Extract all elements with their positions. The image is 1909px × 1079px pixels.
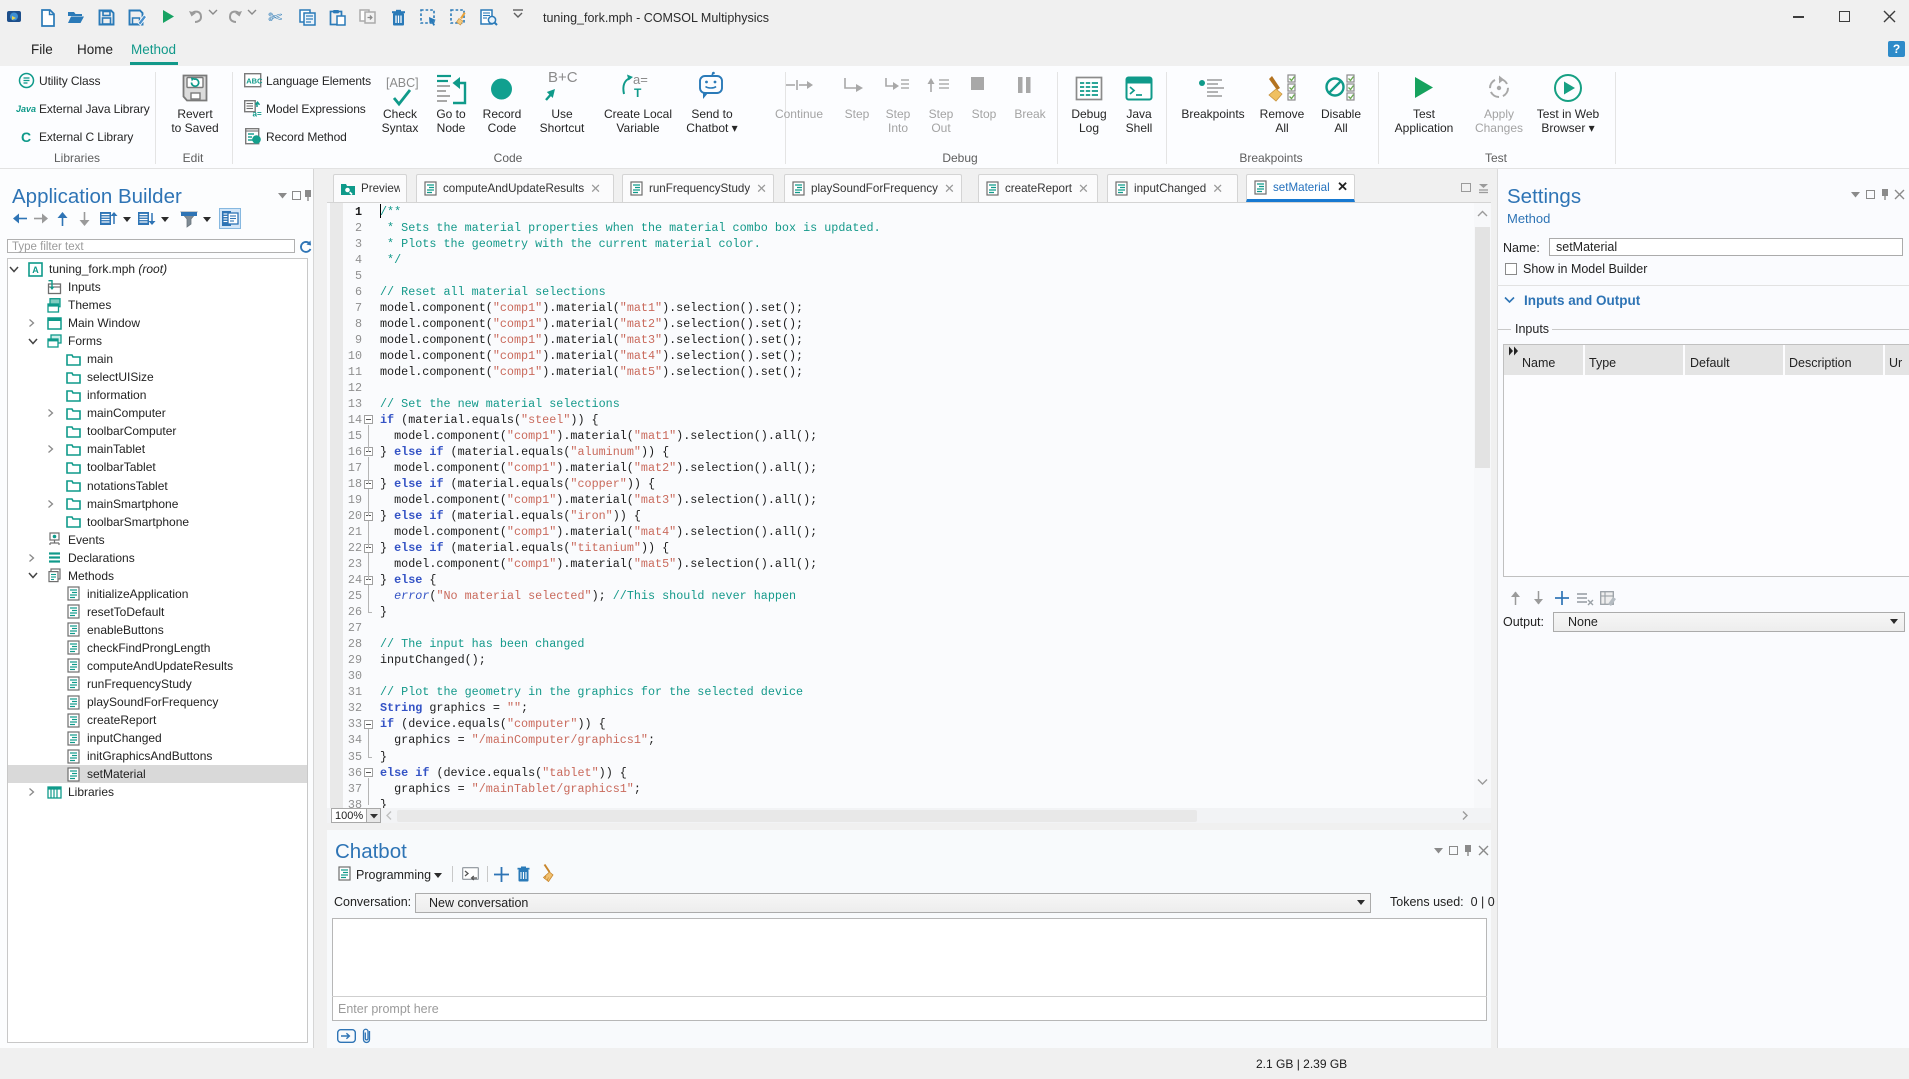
svg-text:[ABC]: [ABC]: [386, 76, 419, 90]
svg-text:ABC: ABC: [246, 77, 263, 86]
svg-text:A: A: [32, 265, 39, 275]
svg-text:a=: a=: [633, 72, 648, 87]
svg-text:a=: a=: [253, 110, 262, 119]
svg-text:B+C: B+C: [548, 69, 578, 86]
svg-text:T: T: [634, 86, 642, 100]
